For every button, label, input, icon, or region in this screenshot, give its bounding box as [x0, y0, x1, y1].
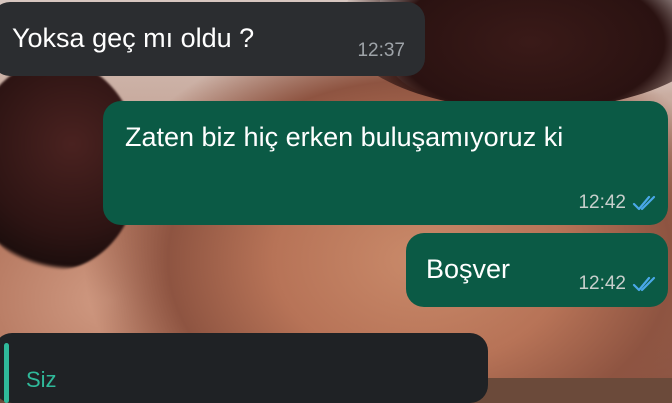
- read-receipt-double-check-icon: [632, 195, 656, 211]
- message-time: 12:37: [357, 40, 405, 61]
- message-time: 12:42: [578, 273, 626, 294]
- message-time: 12:42: [578, 192, 626, 213]
- message-bubble-outgoing[interactable]: Zaten biz hiç erken buluşamıyoruz ki 12:…: [103, 101, 668, 225]
- message-text: Boşver: [426, 254, 511, 284]
- reply-preview-panel[interactable]: Siz: [0, 333, 488, 403]
- message-bubble-outgoing[interactable]: Boşver 12:42: [406, 233, 668, 307]
- read-receipt-double-check-icon: [632, 276, 656, 292]
- message-text: Zaten biz hiç erken buluşamıyoruz ki: [125, 122, 564, 152]
- quote-accent-bar: [4, 343, 9, 403]
- message-bubble-incoming[interactable]: Yoksa geç mı oldu ? 12:37: [0, 2, 425, 76]
- quote-author: Siz: [26, 367, 57, 392]
- message-meta: 12:42: [578, 192, 658, 214]
- message-meta: 12:37: [357, 40, 405, 62]
- message-text: Yoksa geç mı oldu ?: [12, 23, 255, 53]
- message-meta: 12:42: [578, 273, 658, 295]
